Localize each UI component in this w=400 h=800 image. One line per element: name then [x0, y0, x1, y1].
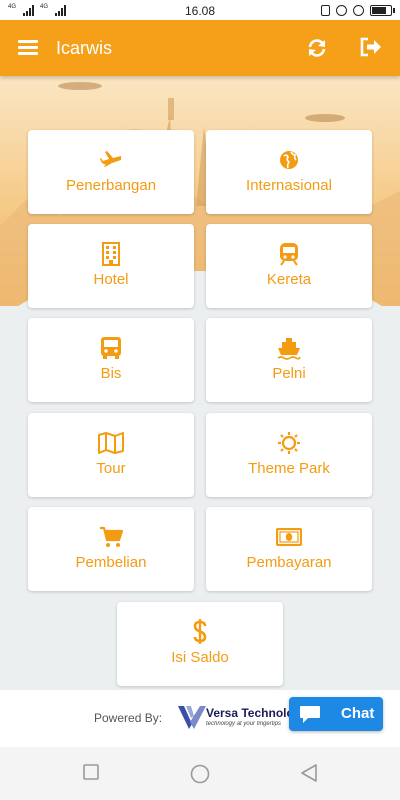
- recent-apps-button[interactable]: [83, 764, 99, 780]
- menu-card-label: Bis: [100, 365, 122, 382]
- refresh-icon[interactable]: [306, 37, 328, 59]
- menu-card-internasional[interactable]: Internasional: [206, 130, 372, 214]
- menu-card-bis[interactable]: Bis: [28, 318, 194, 402]
- menu-card-theme-park[interactable]: Theme Park: [206, 413, 372, 497]
- airplane-icon: [100, 151, 121, 167]
- menu-card-isi-saldo[interactable]: Isi Saldo: [117, 602, 283, 686]
- menu-card-pembayaran[interactable]: Pembayaran: [206, 507, 372, 591]
- company-name[interactable]: Versa Technologies: [206, 706, 290, 720]
- system-nav-bar: [0, 747, 400, 800]
- vibrate-icon: [321, 4, 330, 16]
- menu-card-penerbangan[interactable]: Penerbangan: [28, 130, 194, 214]
- menu-card-label: Pembelian: [75, 554, 147, 571]
- status-bar: 4G 4G 16.08: [0, 0, 400, 20]
- menu-card-label: Tour: [96, 460, 126, 477]
- versa-logo-icon: [178, 706, 206, 729]
- menu-card-pelni[interactable]: Pelni: [206, 318, 372, 402]
- bus-icon: [101, 337, 121, 359]
- alarm-icon: [353, 4, 364, 16]
- menu-card-label: Penerbangan: [65, 177, 157, 194]
- logout-icon[interactable]: [360, 37, 382, 57]
- home-button[interactable]: [190, 764, 210, 784]
- app-bar: Icarwis: [0, 20, 400, 76]
- globe-icon: [280, 151, 298, 169]
- dollar-icon: [193, 619, 207, 644]
- at-icon: [336, 4, 347, 16]
- menu-card-tour[interactable]: Tour: [28, 413, 194, 497]
- menu-card-label: Pembayaran: [246, 554, 332, 571]
- app-title: Icarwis: [56, 38, 113, 58]
- menu-card-pembelian[interactable]: Pembelian: [28, 507, 194, 591]
- menu-card-label: Internasional: [246, 177, 332, 194]
- chat-label: Chat: [341, 705, 375, 722]
- menu-card-label: Kereta: [266, 271, 312, 288]
- menu-card-label: Theme Park: [248, 460, 330, 477]
- battery-fill: [372, 6, 387, 14]
- money-icon: [276, 528, 302, 546]
- menu-card-label: Hotel: [93, 271, 129, 288]
- ship-icon: [277, 338, 301, 360]
- powered-by-label: Powered By:: [94, 711, 163, 725]
- building-icon: [102, 242, 120, 266]
- menu-icon[interactable]: [18, 40, 38, 56]
- train-icon: [280, 243, 298, 266]
- menu-card-kereta[interactable]: Kereta: [206, 224, 372, 308]
- battery-icon: [370, 4, 395, 16]
- chat-button[interactable]: Chat: [289, 697, 383, 731]
- map-icon: [98, 432, 124, 454]
- back-button[interactable]: [300, 764, 318, 782]
- cart-icon: [100, 526, 123, 547]
- status-icons: [321, 4, 395, 16]
- menu-card-label: Pelni: [272, 365, 306, 382]
- menu-card-hotel[interactable]: Hotel: [28, 224, 194, 308]
- company-tagline: technology at your fingertips: [206, 721, 282, 727]
- menu-card-label: Isi Saldo: [171, 649, 229, 666]
- chat-bubble-icon: [300, 706, 320, 723]
- sun-icon: [278, 432, 300, 454]
